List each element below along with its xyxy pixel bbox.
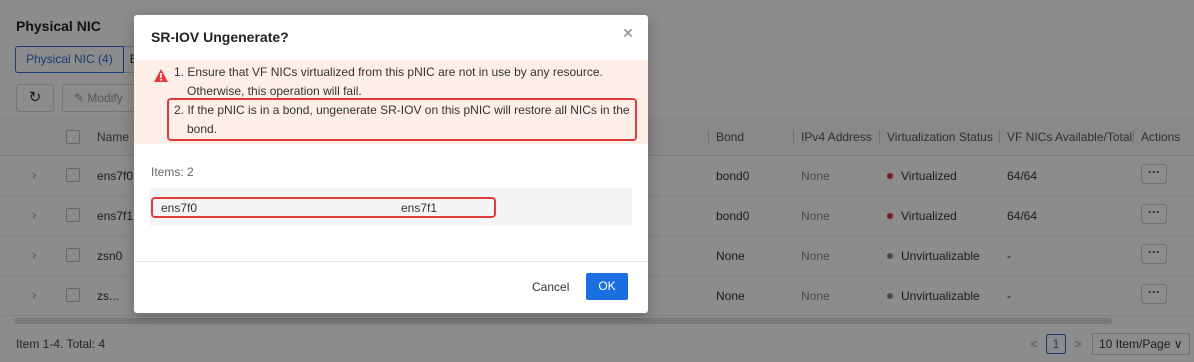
ok-button[interactable]: OK [586,273,628,300]
close-icon[interactable]: ✕ [621,25,635,42]
cancel-button[interactable]: Cancel [524,273,578,301]
warning-line-1: 1. Ensure that VF NICs virtualized from … [174,65,603,79]
items-count: Items: 2 [151,165,194,179]
dialog-divider [134,261,648,262]
sriov-ungenerate-dialog: SR-IOV Ungenerate? ✕ 1. Ensure that VF N… [134,15,648,313]
highlight-items [151,197,496,218]
warning-icon [154,69,168,82]
highlight-bond-warning [167,98,637,141]
dialog-title: SR-IOV Ungenerate? [151,29,289,45]
